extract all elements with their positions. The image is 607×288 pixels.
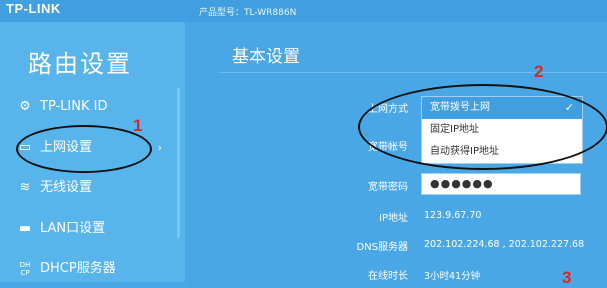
uptime-value: 3小时41分钟 bbox=[424, 271, 481, 282]
annotation-circle-2 bbox=[358, 84, 607, 170]
sidebar-item-label: DHCP服务器 bbox=[40, 261, 116, 276]
sidebar-item-dhcp[interactable]: DH CP DHCP服务器 bbox=[14, 257, 164, 281]
top-bar: TP-LINK 产品型号：TL-WR886N bbox=[0, 0, 607, 22]
lan-icon: ▬ bbox=[18, 221, 32, 236]
uptime-label: 在线时长 bbox=[368, 271, 408, 282]
annotation-number-3: 3 bbox=[562, 268, 572, 287]
annotation-number-1: 1 bbox=[133, 116, 143, 135]
brand-logo: TP-LINK bbox=[6, 1, 61, 16]
page-title: 基本设置 bbox=[232, 47, 300, 67]
password-label: 宽带密码 bbox=[368, 182, 408, 193]
wifi-icon: ≋ bbox=[19, 180, 31, 195]
sidebar-title: 路由设置 bbox=[28, 50, 132, 78]
sidebar-scrollbar[interactable] bbox=[177, 88, 180, 238]
ip-value: 123.9.67.70 bbox=[424, 210, 482, 221]
annotation-number-2: 2 bbox=[534, 62, 544, 81]
product-model: 产品型号：TL-WR886N bbox=[199, 8, 297, 18]
sidebar-item-label: TP-LINK ID bbox=[40, 99, 108, 114]
sidebar-item-lan[interactable]: ▬ LAN口设置 bbox=[14, 217, 164, 241]
sidebar-item-label: 无线设置 bbox=[40, 180, 93, 195]
sidebar-item-wireless[interactable]: ≋ 无线设置 bbox=[14, 176, 164, 200]
annotation-circle-1 bbox=[16, 125, 152, 173]
dns-label: DNS服务器 bbox=[356, 242, 408, 253]
sidebar-item-label: LAN口设置 bbox=[40, 221, 106, 236]
gear-icon: ⚙ bbox=[19, 99, 31, 114]
title-divider bbox=[219, 72, 607, 73]
password-field[interactable]: ●●●●●● bbox=[421, 173, 581, 195]
dns-value: 202.102.224.68 , 202.102.227.68 bbox=[424, 239, 585, 250]
chevron-right-icon: › bbox=[157, 141, 162, 154]
ip-label: IP地址 bbox=[379, 213, 408, 224]
dhcp-icon: DH CP bbox=[19, 260, 31, 277]
